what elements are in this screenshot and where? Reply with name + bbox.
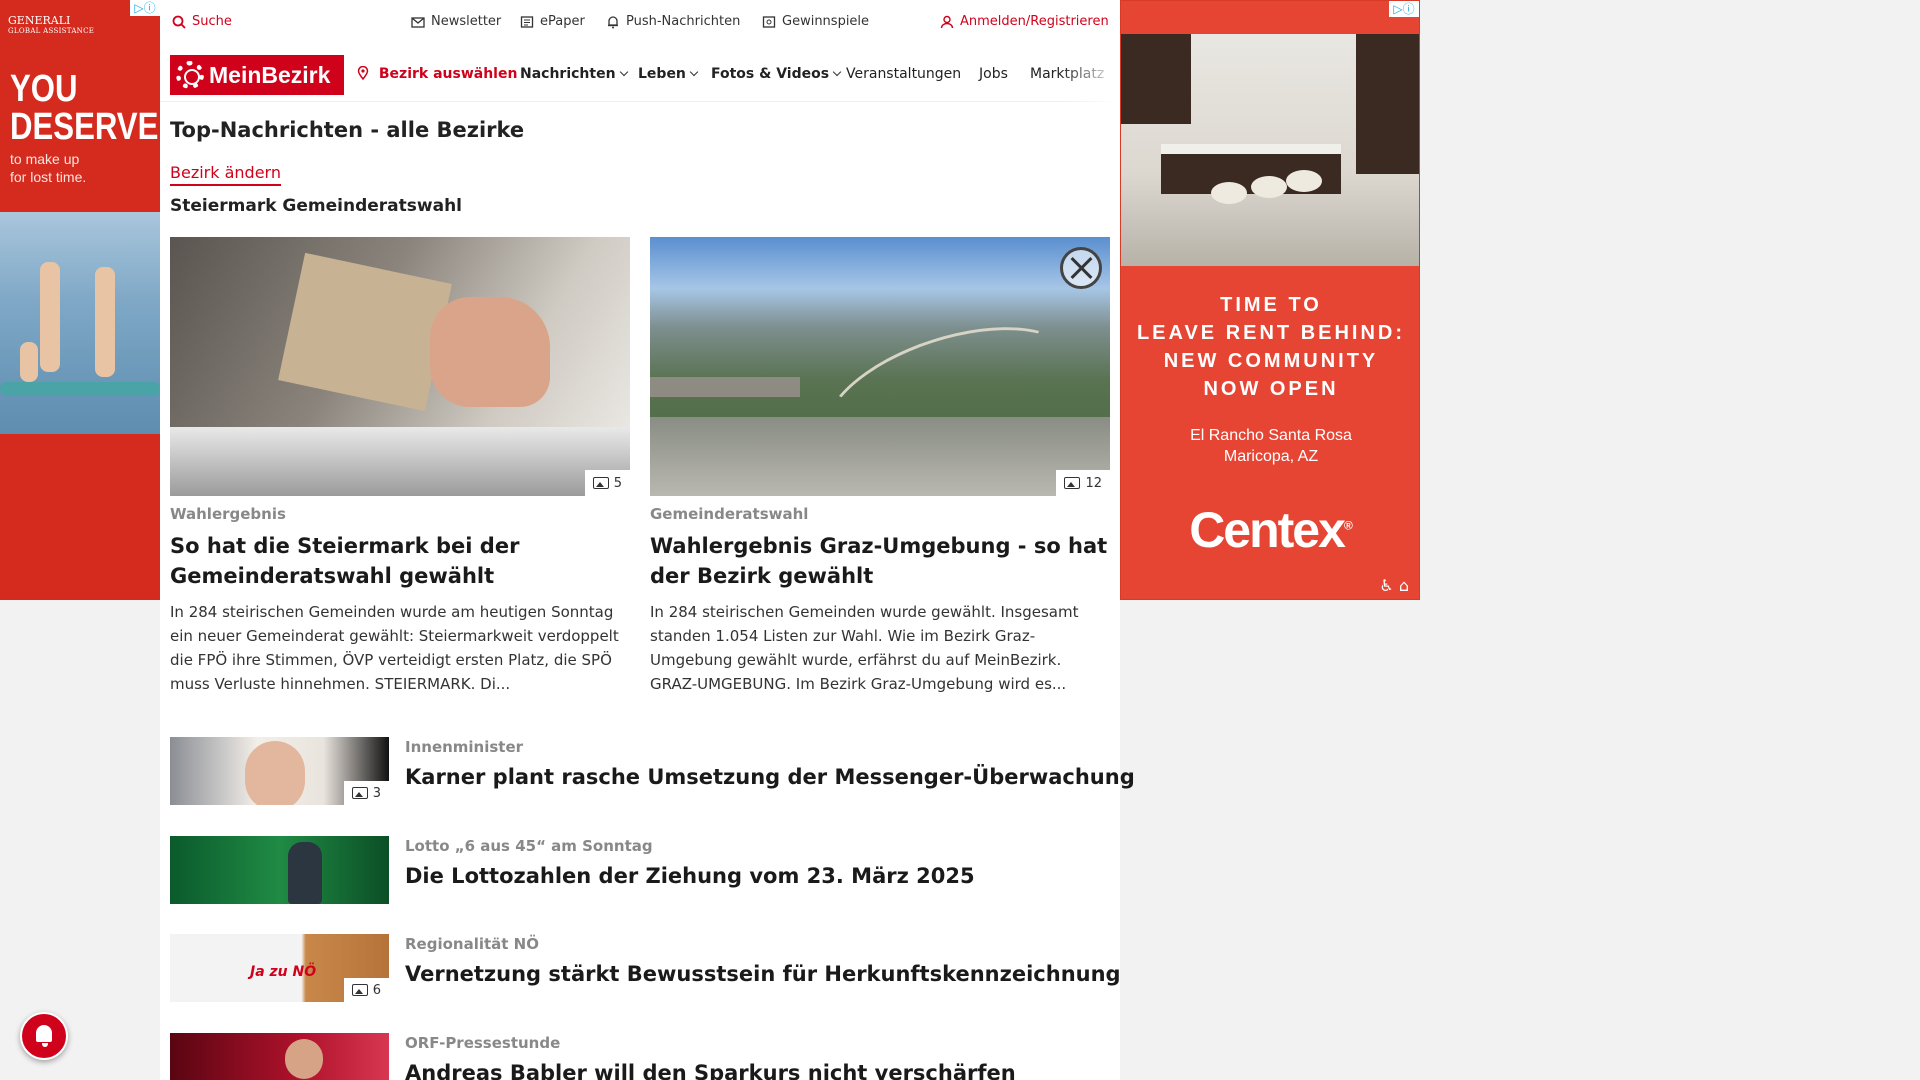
gift-icon [762,15,776,28]
bell-icon [608,15,618,28]
logo-gear-icon [176,61,204,89]
article-category: Gemeinderatswahl [650,505,809,523]
user-icon [940,15,954,28]
article-thumbnail[interactable] [170,1033,389,1080]
gallery-badge: 3 [343,781,389,805]
chevron-down-icon [689,67,699,77]
article-title[interactable]: Vernetzung stärkt Bewusstsein für Herkun… [405,962,1121,986]
search-link[interactable]: Suche [172,14,232,29]
chevron-down-icon [619,67,628,77]
login-link[interactable]: Anmelden/Registrieren [940,14,1109,29]
location-pin-icon [357,66,369,80]
ad-photo [0,212,160,434]
article-thumbnail[interactable]: 3 [170,737,389,805]
article-category: Innenminister [405,738,524,756]
article-teaser: In 284 steirischen Gemeinden wurde am he… [170,603,619,693]
article-title[interactable]: Andreas Babler will den Sparkurs nicht v… [405,1061,1016,1080]
left-ad-banner[interactable]: GENERALI GLOBAL ASSISTANCE ▷ⓘ YOU DESERV… [0,0,160,600]
article-category: Lotto „6 aus 45“ am Sonntag [405,837,653,855]
push-notifications-link[interactable]: Push-Nachrichten [606,14,740,29]
article-image[interactable]: 12 [650,237,1110,496]
image-gallery-icon [351,984,368,996]
meinbezirk-logo[interactable]: MeinBezirk [170,55,344,95]
nav-fotos-videos[interactable]: Fotos & Videos [711,66,842,82]
main-navigation: MeinBezirk Bezirk auswählen Nachrichten … [160,46,1120,102]
x-mark-icon [1060,247,1102,289]
image-gallery-icon [351,787,368,799]
newspaper-icon [520,15,534,28]
list-item[interactable]: 3 Innenminister Karner plant rasche Umse… [170,737,1135,805]
ad-headline: YOU DESERVE [10,68,159,148]
epaper-link[interactable]: ePaper [520,14,585,29]
article-image[interactable]: 5 [170,237,630,496]
article-thumbnail[interactable]: Ja zu NÖ 6 [170,934,389,1002]
ad-photo [1121,34,1419,266]
right-ad-banner[interactable]: ▷ⓘ TIME TO LEAVE RENT BEHIND: NEW COMMUN… [1120,0,1420,600]
gallery-badge: 12 [1056,470,1110,496]
mail-icon [411,16,425,28]
article-title[interactable]: Wahlergebnis Graz-Umgebung - so hat der … [650,531,1110,591]
nav-veranstaltungen[interactable]: Veranstaltungen [846,66,961,82]
article-title[interactable]: So hat die Steiermark bei der Gemeindera… [170,531,630,591]
article-title[interactable]: Die Lottozahlen der Ziehung vom 23. März… [405,864,975,888]
district-selector[interactable]: Bezirk auswählen [356,66,517,82]
featured-article-1[interactable]: 5 Wahlergebnis So hat die Steiermark bei… [170,237,630,696]
top-utility-bar: Suche Newsletter ePaper Push-Nachrichten… [160,0,1120,46]
ad-brand: GENERALI GLOBAL ASSISTANCE [8,14,95,35]
page-title: Top-Nachrichten - alle Bezirke [170,118,525,142]
list-item[interactable]: ORF-Pressestunde Andreas Babler will den… [170,1033,1110,1080]
nav-jobs[interactable]: Jobs [979,66,1008,82]
article-title[interactable]: Karner plant rasche Umsetzung der Messen… [405,765,1135,789]
article-thumbnail[interactable] [170,836,389,904]
section-heading: Steiermark Gemeinderatswahl [170,196,462,216]
newsletter-link[interactable]: Newsletter [411,14,501,29]
article-category: ORF-Pressestunde [405,1034,561,1052]
nav-leben[interactable]: Leben [638,66,699,82]
adchoices-icon[interactable]: ▷ⓘ [1389,1,1419,17]
gewinnspiele-link[interactable]: Gewinnspiele [762,14,869,29]
nav-nachrichten[interactable]: Nachrichten [520,66,628,82]
gallery-badge: 6 [343,978,389,1002]
search-icon [172,15,186,29]
change-district-link[interactable]: Bezirk ändern [170,163,281,186]
featured-article-2[interactable]: 12 Gemeinderatswahl Wahlergebnis Graz-Um… [650,237,1110,696]
accessibility-icon: ♿ ⌂ [1379,576,1409,595]
centex-logo: Centex® [1189,502,1353,558]
main-content: Suche Newsletter ePaper Push-Nachrichten… [160,0,1135,1080]
article-category: Regionalität NÖ [405,935,539,953]
image-gallery-icon [592,477,609,489]
ad-subline: to make up for lost time. [10,151,87,185]
article-teaser: In 284 steirischen Gemeinden wurde gewäh… [650,603,1079,693]
image-gallery-icon [1064,477,1081,489]
list-item[interactable]: Lotto „6 aus 45“ am Sonntag Die Lottozah… [170,836,1110,904]
ad-message: TIME TO LEAVE RENT BEHIND: NEW COMMUNITY… [1136,294,1406,400]
article-category: Wahlergebnis [170,505,286,523]
nav-fade [1060,46,1120,102]
adchoices-icon[interactable]: ▷ⓘ [130,0,160,16]
gallery-badge: 5 [584,470,630,496]
chevron-down-icon [832,67,842,77]
ad-location: El Rancho Santa Rosa Maricopa, AZ [1190,427,1352,465]
notification-bell-button[interactable] [20,1012,68,1060]
list-item[interactable]: Ja zu NÖ 6 Regionalität NÖ Vernetzung st… [170,934,1121,1002]
